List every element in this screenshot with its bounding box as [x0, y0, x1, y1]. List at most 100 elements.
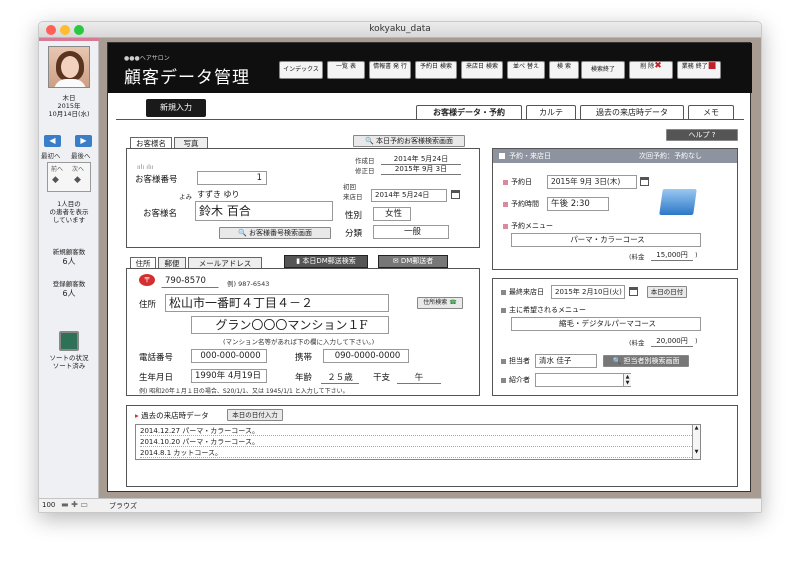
history-list[interactable]: 2014.12.27 パーマ・カラーコース。 2014.10.20 パーマ・カラ…: [135, 424, 701, 460]
history-title: ▸ 過去の来店時データ: [135, 411, 209, 420]
reservation-menu-label: 予約メニュー: [511, 222, 553, 230]
staff-field[interactable]: 清水 佳子: [535, 354, 597, 368]
last-visit-label: 最終来店日: [509, 288, 544, 296]
wish-menu-field[interactable]: 縮毛・デジタルパーマコース: [511, 317, 701, 331]
history-today-button[interactable]: 本日の日付入力: [227, 409, 283, 421]
address-panel: 〒 790-8570 例) 987-6543 住所 松山市一番町４丁目４－２ 住…: [126, 268, 480, 396]
reservation-calendar-icon[interactable]: [640, 177, 649, 186]
history-row: 2014.12.27 パーマ・カラーコース。: [140, 426, 692, 436]
referrer-field[interactable]: [535, 373, 631, 387]
postal-mark-icon: 〒: [139, 274, 155, 286]
sort-button[interactable]: 並べ 替え: [507, 61, 545, 79]
today-dm-search-button[interactable]: ▮ 本日DM郵送検索: [284, 255, 368, 268]
delete-button[interactable]: 削 除✖: [629, 61, 673, 79]
mode-indicator[interactable]: ブラウズ: [109, 501, 137, 511]
reservation-search-button[interactable]: 予約日 検索: [415, 61, 457, 79]
window-title: kokyaku_data: [369, 24, 431, 34]
new-count: 6人: [62, 257, 76, 266]
tab-memo[interactable]: メモ: [688, 105, 734, 120]
customer-panel: 🔍 本日予約お客様検索画面 ıılı ılıı お客様番号 1 作成日 2014…: [126, 135, 480, 248]
registered-count-label: 登録顧客数: [52, 280, 86, 288]
search-button[interactable]: 検 索: [549, 61, 579, 79]
reservation-menu-field[interactable]: パーマ・カラーコース: [511, 233, 701, 247]
address-note: (マンション名等があれば下の欄に入力して下さい。): [223, 338, 375, 346]
new-entry-button[interactable]: 新規入力: [146, 99, 206, 117]
app-header: ●●●ヘアサロン 顧客データ管理 インデックス 一覧 表 情報書 発 行 予約日…: [108, 43, 752, 93]
reservation-fee-end: ): [695, 251, 698, 259]
mail-icon: ✉: [392, 257, 399, 265]
quit-button[interactable]: 業務 終了■: [677, 61, 721, 79]
sort-status-icon[interactable]: [59, 331, 79, 351]
help-button[interactable]: ヘルプ ?: [666, 129, 738, 141]
last-visit-calendar-icon[interactable]: [629, 287, 638, 296]
zoom-controls-icon[interactable]: ▬ ✚ ▭: [61, 500, 88, 509]
last-visit-today-button[interactable]: 本日の日付: [647, 286, 687, 298]
birth-example: 例) 昭和20年１月１日の場合、S20/1/1、又は 1945/1/1 と入力し…: [139, 388, 349, 395]
layout-content: ●●●ヘアサロン 顧客データ管理 インデックス 一覧 表 情報書 発 行 予約日…: [99, 38, 761, 500]
wish-fee: 20,000円: [651, 336, 693, 347]
reservation-date-field[interactable]: 2015年 9月 3日(木): [547, 175, 637, 189]
salon-brand: ●●●ヘアサロン: [124, 55, 170, 62]
last-visit-field[interactable]: 2015年 2月10日(火): [551, 285, 625, 299]
yomi-value[interactable]: すずき ゆり: [197, 189, 240, 200]
tab-customer-data[interactable]: お客様データ・予約: [416, 105, 522, 120]
address-search-button[interactable]: 住所検索 ☎: [417, 297, 463, 309]
history-panel: ▸ 過去の来店時データ 本日の日付入力 2014.12.27 パーマ・カラーコー…: [126, 405, 738, 487]
first-visit-calendar-icon[interactable]: [451, 190, 460, 199]
referrer-dropdown-arrows[interactable]: ▲ ▼: [623, 374, 631, 386]
index-button[interactable]: インデックス: [279, 61, 323, 79]
postal-example: 例) 987-6543: [227, 280, 270, 288]
app-window: kokyaku_data 木日 2015年 10月14日(水) ◀ ▶ 最初へ 最後…: [38, 21, 762, 513]
tab-past-visits[interactable]: 過去の来店時データ: [580, 105, 684, 120]
current-date: 木日 2015年 10月14日(水): [48, 94, 90, 118]
customer-number-field[interactable]: 1: [197, 171, 267, 185]
status-sidebar: 木日 2015年 10月14日(水) ◀ ▶ 最初へ 最後へ 前へ 次へ ◆ ◆ 1…: [39, 38, 99, 498]
postal-code-field[interactable]: 790-8570: [161, 274, 219, 288]
staff-label: 担当者: [509, 357, 530, 365]
list-button[interactable]: 一覧 表: [327, 61, 365, 79]
form-canvas: ●●●ヘアサロン 顧客データ管理 インデックス 一覧 表 情報書 発 行 予約日…: [107, 42, 752, 492]
birth-field[interactable]: 1990年 4月19日: [191, 369, 267, 383]
age-value: ２５歳: [321, 371, 359, 384]
tab-chart[interactable]: カルテ: [526, 105, 576, 120]
wish-fee-label: (料金: [629, 339, 645, 347]
customer-number-label: お客様番号: [135, 175, 178, 185]
status-bar: 100 ▬ ✚ ▭ ブラウズ: [39, 498, 761, 512]
new-count-label: 新規顧客数: [52, 248, 86, 256]
issue-report-button[interactable]: 情報書 発 行: [369, 61, 411, 79]
dm-sent-button[interactable]: ✉ DM郵送者: [378, 255, 448, 268]
barcode-icon: ıılı ılıı: [137, 163, 154, 171]
category-field[interactable]: 一般: [373, 225, 449, 239]
staff-search-button[interactable]: 🔍 担当者別検索画面: [603, 355, 689, 367]
reservation-date-label: 予約日: [511, 178, 532, 186]
first-record-button[interactable]: ◀: [44, 135, 61, 147]
last-record-button[interactable]: ▶: [75, 135, 92, 147]
customer-name-field[interactable]: 鈴木 百合: [195, 201, 333, 221]
history-scrollbar[interactable]: ▲ ▼: [692, 425, 700, 459]
reservation-time-field[interactable]: 午後 2:30: [547, 197, 609, 211]
prev-arrow-icon: ◆: [52, 175, 59, 185]
category-label: 分類: [345, 229, 363, 239]
today-reservation-search-button[interactable]: 🔍 本日予約お客様検索画面: [353, 135, 465, 147]
search-icon: 🔍: [365, 137, 374, 145]
address-line2-field[interactable]: グラン〇〇〇マンション１F: [191, 316, 389, 334]
modified-label: 修正日: [355, 167, 375, 175]
search-end-button[interactable]: 検索終了: [581, 61, 625, 79]
phone-field[interactable]: 000-000-0000: [191, 349, 267, 363]
visit-search-button[interactable]: 来店日 検索: [461, 61, 503, 79]
first-visit-field[interactable]: 2014年 5月24日: [371, 189, 447, 202]
zoom-level[interactable]: 100: [42, 501, 55, 509]
first-visit-label: 初回: [343, 183, 356, 191]
nav-last-label: 最後へ: [71, 152, 91, 160]
customer-name-label: お客様名: [143, 209, 178, 219]
customer-number-search-button[interactable]: 🔍 お客様番号検索画面: [219, 227, 331, 239]
age-label: 年齢: [295, 373, 313, 383]
reservation-header: 予約・来店日 次回予約：予約なし: [493, 149, 737, 163]
address-line1-field[interactable]: 松山市一番町４丁目４－２: [165, 294, 389, 312]
gender-field[interactable]: 女性: [373, 207, 411, 221]
mobile-field[interactable]: 090-0000-0000: [323, 349, 409, 363]
birth-label: 生年月日: [139, 373, 174, 383]
search-icon: 🔍: [612, 357, 622, 365]
record-navigator[interactable]: 前へ 次へ ◆ ◆: [47, 162, 91, 192]
search-icon: 🔍: [238, 229, 247, 237]
